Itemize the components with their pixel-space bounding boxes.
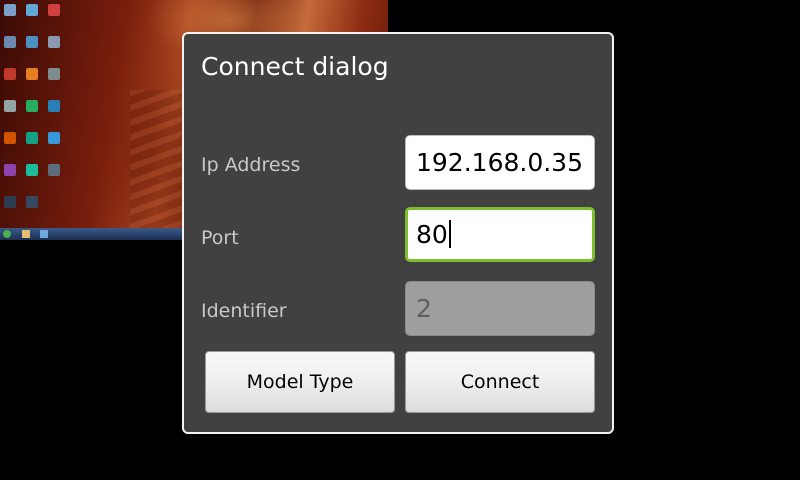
desktop-icon [4,196,16,208]
connect-dialog: Connect dialog Ip Address 192.168.0.35 P… [182,32,614,434]
port-label: Port [201,227,239,249]
desktop-icon [26,68,38,80]
port-input[interactable]: 80 [405,207,595,262]
desktop-icon [26,4,38,16]
desktop-icon [4,100,16,112]
model-type-button[interactable]: Model Type [205,351,395,413]
identifier-value: 2 [416,294,432,323]
desktop-icon [48,164,60,176]
screen: Connect dialog Ip Address 192.168.0.35 P… [0,0,800,480]
desktop-icon [4,36,16,48]
ip-address-input[interactable]: 192.168.0.35 [405,135,595,190]
start-button-icon [3,230,11,238]
dialog-title: Connect dialog [201,52,389,81]
desktop-icon [4,68,16,80]
ip-address-label: Ip Address [201,154,301,176]
desktop-icon [48,36,60,48]
desktop-icon [4,132,16,144]
desktop-icon [48,132,60,144]
desktop-icon [26,132,38,144]
desktop-icon [26,36,38,48]
taskbar-icon [40,230,48,238]
desktop-icon [48,100,60,112]
desktop-icon [26,196,38,208]
desktop-icon [26,164,38,176]
port-value: 80 [416,220,448,249]
desktop-icon [48,68,60,80]
identifier-input: 2 [405,281,595,336]
desktop-icon [4,164,16,176]
connect-button[interactable]: Connect [405,351,595,413]
desktop-icon [48,4,60,16]
desktop-icon [26,100,38,112]
taskbar-icon [22,230,30,238]
ip-address-value: 192.168.0.35 [416,148,583,177]
text-cursor [448,220,451,248]
desktop-icon [4,4,16,16]
identifier-label: Identifier [201,300,287,322]
